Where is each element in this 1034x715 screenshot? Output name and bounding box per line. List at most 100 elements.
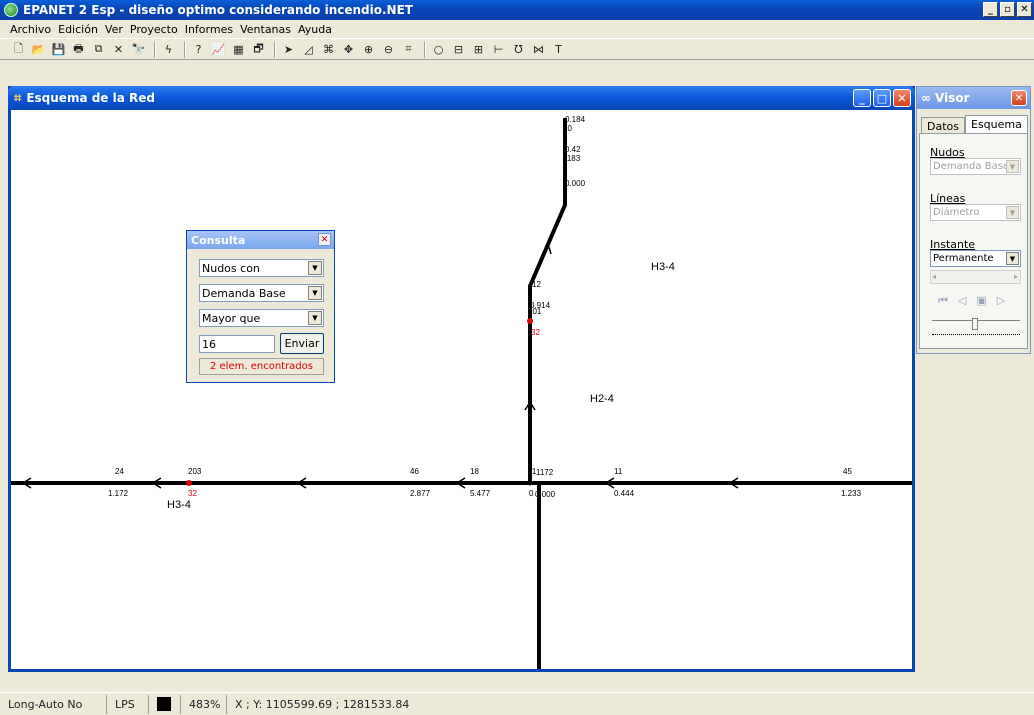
tank-icon[interactable]: ⊞ — [470, 41, 487, 58]
tab-esquema[interactable]: Esquema — [965, 115, 1028, 135]
node-id-label: 201 — [528, 307, 542, 316]
pipe-icon[interactable]: ⊢ — [490, 41, 507, 58]
network-map-titlebar[interactable]: ⌗ Esquema de la Red _ □ ✕ — [8, 86, 915, 110]
copy-icon[interactable]: ⧉ — [90, 41, 107, 58]
pump-icon[interactable]: ℧ — [510, 41, 527, 58]
node-value-label: 1.233 — [841, 489, 862, 498]
menu-ver[interactable]: Ver — [105, 23, 123, 36]
maximize-button[interactable]: □ — [873, 89, 891, 107]
run-status-icon — [149, 694, 181, 714]
link-parameter-value: Diámetro — [933, 207, 980, 218]
chevron-down-icon[interactable]: ▼ — [1006, 206, 1019, 219]
delete-icon[interactable]: ✕ — [110, 41, 127, 58]
run-icon[interactable]: ϟ — [160, 41, 177, 58]
node-id-label: 1172 — [536, 468, 554, 477]
scroll-left-icon[interactable]: ◂ — [932, 272, 936, 281]
save-icon[interactable]: 💾 — [50, 41, 67, 58]
minimize-button[interactable]: _ — [983, 2, 998, 17]
menu-archivo[interactable]: Archivo — [10, 23, 51, 36]
window-controls: _ ▫ ✕ — [983, 2, 1032, 17]
node-value-label: 0.42 — [565, 145, 581, 154]
node-parameter-select[interactable]: Demanda Base ▼ — [930, 158, 1021, 175]
chevron-down-icon[interactable]: ▼ — [308, 261, 322, 275]
node-junction[interactable] — [537, 483, 541, 487]
query-parameter-select[interactable]: Demanda Base ▼ — [199, 284, 324, 302]
node-id-label: 20 — [563, 124, 572, 133]
select-region-icon[interactable]: ⌘ — [320, 41, 337, 58]
app-title: EPANET 2 Esp - diseño optimo considerand… — [23, 3, 413, 17]
network-map-canvas[interactable]: 0.184 20 0.42 1183 0.000 12 0.914 201 24… — [11, 110, 912, 669]
app-titlebar: EPANET 2 Esp - diseño optimo considerand… — [0, 0, 1034, 20]
flow-units-status: LPS — [107, 694, 149, 714]
query-value-input[interactable]: 16 — [199, 335, 275, 353]
map-label: H2-4 — [590, 393, 614, 405]
node-query-value: 32 — [531, 328, 540, 337]
query-icon[interactable]: ? — [190, 41, 207, 58]
find-icon[interactable]: 🔭 — [130, 41, 147, 58]
node-highlight[interactable] — [527, 318, 533, 324]
rewind-icon[interactable]: ⏮ — [938, 294, 948, 308]
print-icon[interactable]: 🖶 — [70, 41, 87, 58]
menu-proyecto[interactable]: Proyecto — [130, 23, 178, 36]
pipe-vertical-upper[interactable] — [528, 118, 567, 321]
query-condition-select[interactable]: Mayor que ▼ — [199, 309, 324, 327]
browser-title: Visor — [935, 91, 970, 105]
link-parameter-select[interactable]: Diámetro ▼ — [930, 204, 1021, 221]
back-icon[interactable]: ◁ — [958, 294, 966, 308]
options-icon[interactable]: 🗗 — [250, 41, 267, 58]
time-scrollbar[interactable]: ◂ ▸ — [930, 270, 1021, 284]
menu-informes[interactable]: Informes — [185, 23, 233, 36]
chevron-down-icon[interactable]: ▼ — [1006, 252, 1019, 265]
zoom-out-icon[interactable]: ⊖ — [380, 41, 397, 58]
pan-icon[interactable]: ✥ — [340, 41, 357, 58]
junction-icon[interactable]: ○ — [430, 41, 447, 58]
minimize-button[interactable]: _ — [853, 89, 871, 107]
query-dialog-title: Consulta — [191, 233, 246, 247]
valve-icon[interactable]: ⋈ — [530, 41, 547, 58]
slider-thumb[interactable] — [972, 318, 978, 330]
node-id-label: 11 — [614, 467, 623, 476]
browser-titlebar[interactable]: ∞ Visor ✕ — [917, 87, 1030, 109]
node-id-label: 24 — [115, 467, 124, 476]
status-bar: Long-Auto No LPS 483% X ; Y: 1105599.69 … — [0, 692, 1034, 715]
query-dialog: Consulta ✕ Nudos con ▼ Demanda Base ▼ Ma… — [186, 230, 335, 383]
autolength-status: Long-Auto No — [0, 694, 107, 714]
menu-ventanas[interactable]: Ventanas — [240, 23, 291, 36]
browser-panel: ∞ Visor ✕ Datos Esquema Nudos Demanda Ba… — [916, 86, 1031, 354]
animation-speed-slider[interactable] — [932, 318, 1020, 338]
label-icon[interactable]: T — [550, 41, 567, 58]
node-junction[interactable] — [527, 480, 533, 486]
chevron-down-icon[interactable]: ▼ — [308, 286, 322, 300]
select-vertex-icon[interactable]: ◿ — [300, 41, 317, 58]
select-icon[interactable]: ➤ — [280, 41, 297, 58]
submit-button[interactable]: Enviar — [280, 333, 324, 354]
zoom-in-icon[interactable]: ⊕ — [360, 41, 377, 58]
new-icon[interactable]: 🗋 — [10, 41, 27, 58]
scroll-right-icon[interactable]: ▸ — [1014, 272, 1018, 281]
node-highlight[interactable] — [186, 480, 192, 486]
time-select[interactable]: Permanente ▼ — [930, 250, 1021, 267]
maximize-button[interactable]: ▫ — [1000, 2, 1015, 17]
chevron-down-icon[interactable]: ▼ — [308, 311, 322, 325]
forward-icon[interactable]: ▷ — [997, 294, 1005, 308]
full-extent-icon[interactable]: ⌗ — [400, 41, 417, 58]
cursor-coordinates: X ; Y: 1105599.69 ; 1281533.84 — [235, 697, 410, 711]
graph-icon[interactable]: 📈 — [210, 41, 227, 58]
stop-icon[interactable]: ▣ — [976, 294, 986, 308]
menu-edicion[interactable]: Edición — [58, 23, 98, 36]
close-button[interactable]: ✕ — [893, 89, 911, 107]
close-button[interactable]: ✕ — [1017, 2, 1032, 17]
reservoir-icon[interactable]: ⊟ — [450, 41, 467, 58]
table-icon[interactable]: ▦ — [230, 41, 247, 58]
open-icon[interactable]: 📂 — [30, 41, 47, 58]
menu-ayuda[interactable]: Ayuda — [298, 23, 332, 36]
query-dialog-titlebar[interactable]: Consulta ✕ — [187, 231, 334, 249]
node-id-label: 46 — [410, 467, 419, 476]
chevron-down-icon[interactable]: ▼ — [1006, 160, 1019, 173]
flow-arrows — [21, 242, 739, 489]
query-object-select[interactable]: Nudos con ▼ — [199, 259, 324, 277]
close-button[interactable]: ✕ — [1011, 90, 1027, 106]
toolbar-separator — [184, 40, 186, 58]
close-button[interactable]: ✕ — [318, 233, 331, 246]
node-query-value: 32 — [188, 489, 197, 498]
